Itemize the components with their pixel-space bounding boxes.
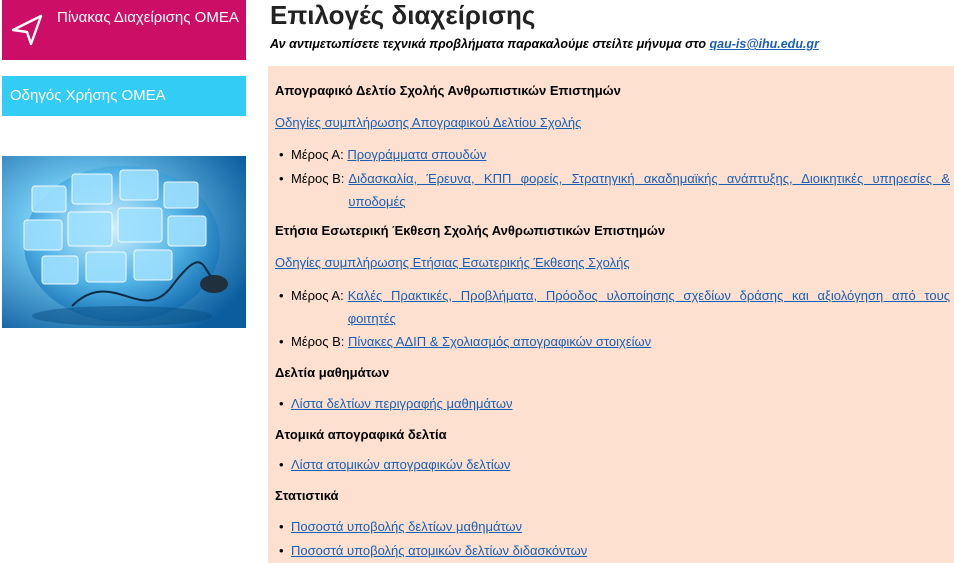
dashboard-label: Πίνακας Διαχείρισης ΟΜΕΑ [57, 9, 239, 26]
instructor-submission-stats-link[interactable]: Ποσοστά υποβολής ατομικών δελτίων διδασκ… [291, 543, 587, 558]
notice-text: Αν αντιμετωπίσετε τεχνικά προβλήματα παρ… [270, 37, 710, 51]
list-item: Λίστα δελτίων περιγραφής μαθημάτων [275, 392, 950, 415]
school-inventory-instructions-link[interactable]: Οδηγίες συμπλήρωσης Απογραφικού Δελτίου … [275, 115, 581, 130]
annual-report-instructions-link[interactable]: Οδηγίες συμπλήρωσης Ετήσιας Εσωτερικής Έ… [275, 255, 630, 270]
list-item: Μέρος Α: Προγράμματα σπουδών [275, 143, 950, 166]
support-email-link[interactable]: qau-is@ihu.edu.gr [710, 37, 819, 51]
page-title: Επιλογές διαχείρισης [270, 0, 536, 30]
list-item: Μέρος Β: Πίνακες ΑΔΙΠ & Σχολιασμός απογρ… [275, 330, 950, 353]
course-sheets-list-link[interactable]: Λίστα δελτίων περιγραφής μαθημάτων [291, 396, 513, 411]
list-item: Ποσοστά υποβολής ατομικών δελτίων διδασκ… [275, 539, 950, 562]
best-practices-link[interactable]: Καλές Πρακτικές, Προβλήματα, Πρόοδος υλο… [348, 284, 950, 330]
list-item: Μέρος Β: Διδασκαλία, Έρευνα, ΚΠΠ φορείς,… [275, 167, 950, 213]
teaching-research-link[interactable]: Διδασκαλία, Έρευνα, ΚΠΠ φορείς, Στρατηγι… [348, 167, 950, 213]
section-heading-course-sheets: Δελτία μαθημάτων [275, 365, 390, 380]
dashboard-button[interactable]: Πίνακας Διαχείρισης ΟΜΕΑ [2, 0, 246, 60]
list-item: Λίστα ατομικών απογραφικών δελτίων [275, 453, 950, 476]
list-item: Ποσοστά υποβολής δελτίων μαθημάτων [275, 515, 950, 538]
section-heading-school-inventory: Απογραφικό Δελτίο Σχολής Ανθρωπιστικών Ε… [275, 83, 621, 98]
section-heading-statistics: Στατιστικά [275, 488, 339, 503]
section-heading-personal-sheets: Ατομικά απογραφικά δελτία [275, 427, 447, 442]
list-item: Μέρος Α: Καλές Πρακτικές, Προβλήματα, Πρ… [275, 284, 950, 330]
study-programs-link[interactable]: Προγράμματα σπουδών [347, 147, 486, 162]
course-submission-stats-link[interactable]: Ποσοστά υποβολής δελτίων μαθημάτων [291, 519, 522, 534]
personal-sheets-list-link[interactable]: Λίστα ατομικών απογραφικών δελτίων [291, 457, 510, 472]
options-panel: Απογραφικό Δελτίο Σχολής Ανθρωπιστικών Ε… [268, 66, 954, 563]
adip-tables-link[interactable]: Πίνακες ΑΔΙΠ & Σχολιασμός απογραφικών στ… [348, 334, 651, 349]
navigation-arrow-icon [2, 0, 52, 60]
globe-media-image [2, 156, 246, 328]
section-heading-annual-report: Ετήσια Εσωτερική Έκθεση Σχολής Ανθρωπιστ… [275, 223, 666, 238]
user-guide-button[interactable]: Οδηγός Χρήσης ΟΜΕΑ [2, 76, 246, 116]
support-notice: Αν αντιμετωπίσετε τεχνικά προβλήματα παρ… [270, 37, 819, 51]
